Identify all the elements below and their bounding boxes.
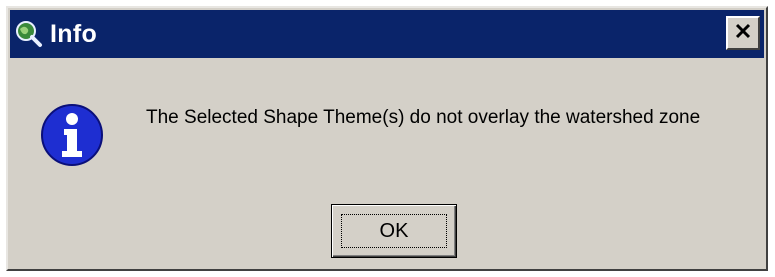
dialog-message: The Selected Shape Theme(s) do not overl… bbox=[146, 107, 701, 128]
title-bar[interactable]: Info bbox=[10, 10, 764, 58]
info-dialog: Info The Selected Shape Theme(s) do not … bbox=[6, 6, 768, 271]
globe-magnifier-icon bbox=[14, 19, 44, 49]
close-icon bbox=[734, 22, 752, 45]
focus-rectangle bbox=[341, 214, 447, 248]
close-button[interactable] bbox=[726, 16, 760, 50]
info-icon bbox=[40, 103, 104, 167]
dialog-title: Info bbox=[50, 19, 98, 48]
ok-button[interactable]: OK bbox=[331, 204, 457, 258]
